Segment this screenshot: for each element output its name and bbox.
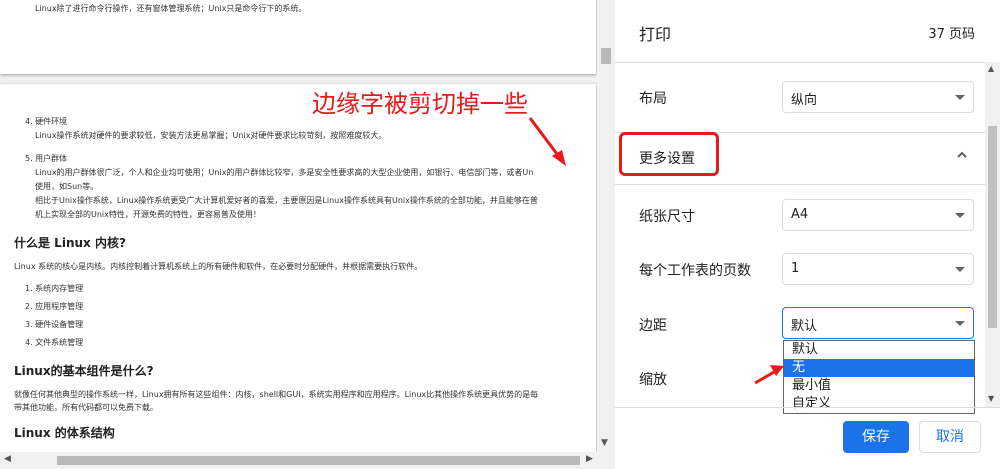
scroll-right-arrow-icon[interactable]: ▶ — [586, 454, 593, 464]
heading-architecture: Linux 的体系结构 — [14, 426, 115, 440]
paper-size-value: A4 — [791, 207, 809, 222]
divider — [615, 62, 985, 63]
item5-body-2: 使用，如Sun等。 — [35, 182, 99, 191]
item5-title: 5. 用户群体 — [25, 154, 68, 163]
item5-body-4: 机上实现全部的Unix特性，开源免费的特性，更容易普及使用！ — [35, 210, 261, 219]
scroll-down-arrow-icon[interactable]: ▼ — [988, 394, 994, 403]
margin-option-custom[interactable]: 自定义 — [784, 395, 974, 413]
caret-down-icon — [955, 95, 965, 100]
pages-per-sheet-select[interactable]: 1 — [782, 253, 974, 285]
more-settings-toggle[interactable]: 更多设置 — [639, 148, 695, 168]
preview-vertical-scrollbar[interactable]: ▼ — [597, 0, 615, 469]
layout-select[interactable]: 纵向 — [782, 81, 974, 113]
para-components-1: 就像任何其他典型的操作系统一样，Linux拥有所有这些组件：内核，shell和G… — [14, 390, 539, 399]
margins-select[interactable]: 默认 — [782, 307, 974, 339]
chevron-up-icon[interactable] — [957, 150, 967, 160]
kernel-list-item: 4. 文件系统管理 — [25, 338, 84, 347]
cancel-button[interactable]: 取消 — [919, 421, 981, 453]
caret-down-icon — [955, 213, 965, 218]
para-kernel: Linux 系统的核心是内核。内核控制着计算机系统上的所有硬件和软件，在必要时分… — [14, 262, 423, 271]
panel-header: 打印 37 页码 — [615, 0, 1000, 62]
margin-option-none[interactable]: 无 — [784, 359, 974, 377]
page1-text: Linux除了进行命令行操作，还有窗体管理系统；Unix只是命令行下的系统。 — [35, 4, 307, 13]
pages-per-sheet-label: 每个工作表的页数 — [639, 263, 751, 279]
preview-horizontal-scroll-thumb[interactable] — [57, 456, 580, 465]
preview-vertical-scroll-thumb[interactable] — [601, 48, 611, 64]
kernel-list-item: 3. 硬件设备管理 — [25, 320, 84, 329]
preview-page-1: Linux除了进行命令行操作，还有窗体管理系统；Unix只是命令行下的系统。 — [0, 0, 596, 74]
print-settings-panel: 打印 37 页码 布局 纵向 更多设置 纸张尺寸 A4 每个工作表的页数 1 边… — [615, 0, 1000, 469]
margins-dropdown-list[interactable]: 默认 无 最小值 自定义 — [783, 340, 975, 414]
scroll-left-arrow-icon[interactable]: ◀ — [4, 454, 11, 464]
paper-size-select[interactable]: A4 — [782, 199, 974, 231]
para-components-2: 带其他功能，所有代码都可以免费下载。 — [14, 403, 158, 412]
divider — [615, 407, 1000, 408]
kernel-list-item: 1. 系统内存管理 — [25, 284, 84, 293]
page-count: 37 页码 — [928, 27, 975, 42]
margins-label: 边距 — [639, 318, 667, 334]
item5-body-1: Linux的用户群体很广泛，个人和企业均可使用；Unix的用户群体比较窄，多是安… — [35, 168, 534, 177]
pages-per-sheet-value: 1 — [791, 261, 800, 276]
panel-scroll-thumb[interactable] — [988, 126, 997, 328]
caret-down-icon — [955, 267, 965, 272]
item4-body: Linux操作系统对硬件的要求较低，安装方法更易掌握；Unix对硬件要求比较苛刻… — [35, 131, 387, 140]
margins-value: 默认 — [791, 319, 818, 334]
heading-kernel: 什么是 Linux 内核? — [14, 236, 126, 250]
caret-down-icon — [955, 321, 965, 326]
paper-size-label: 纸张尺寸 — [639, 209, 695, 225]
panel-title: 打印 — [639, 25, 672, 44]
scale-label: 缩放 — [639, 372, 667, 388]
preview-horizontal-scrollbar[interactable]: ◀ ▶ — [0, 452, 597, 469]
scroll-up-arrow-icon[interactable]: ▲ — [988, 64, 994, 73]
save-button[interactable]: 保存 — [843, 421, 909, 453]
margin-option-default[interactable]: 默认 — [784, 341, 974, 359]
preview-page-2: 4. 硬件环境 Linux操作系统对硬件的要求较低，安装方法更易掌握；Unix对… — [0, 84, 596, 454]
annotation-text: 边缘字被剪切掉一些 — [312, 90, 528, 118]
item5-body-3: 相比于Unix操作系统，Linux操作系统更受广大计算机爱好者的喜爱，主要原因是… — [35, 196, 538, 205]
divider — [615, 184, 985, 185]
heading-components: Linux的基本组件是什么? — [14, 364, 154, 378]
print-preview: Linux除了进行命令行操作，还有窗体管理系统；Unix只是命令行下的系统。 4… — [0, 0, 615, 469]
kernel-list-item: 2. 应用程序管理 — [25, 302, 84, 311]
layout-label: 布局 — [639, 91, 667, 107]
layout-value: 纵向 — [791, 93, 818, 108]
panel-scrollbar[interactable]: ▲ ▼ — [985, 62, 1000, 407]
scroll-down-arrow-icon[interactable]: ▼ — [601, 438, 608, 448]
margin-option-minimum[interactable]: 最小值 — [784, 377, 974, 395]
item4-title: 4. 硬件环境 — [25, 117, 68, 126]
